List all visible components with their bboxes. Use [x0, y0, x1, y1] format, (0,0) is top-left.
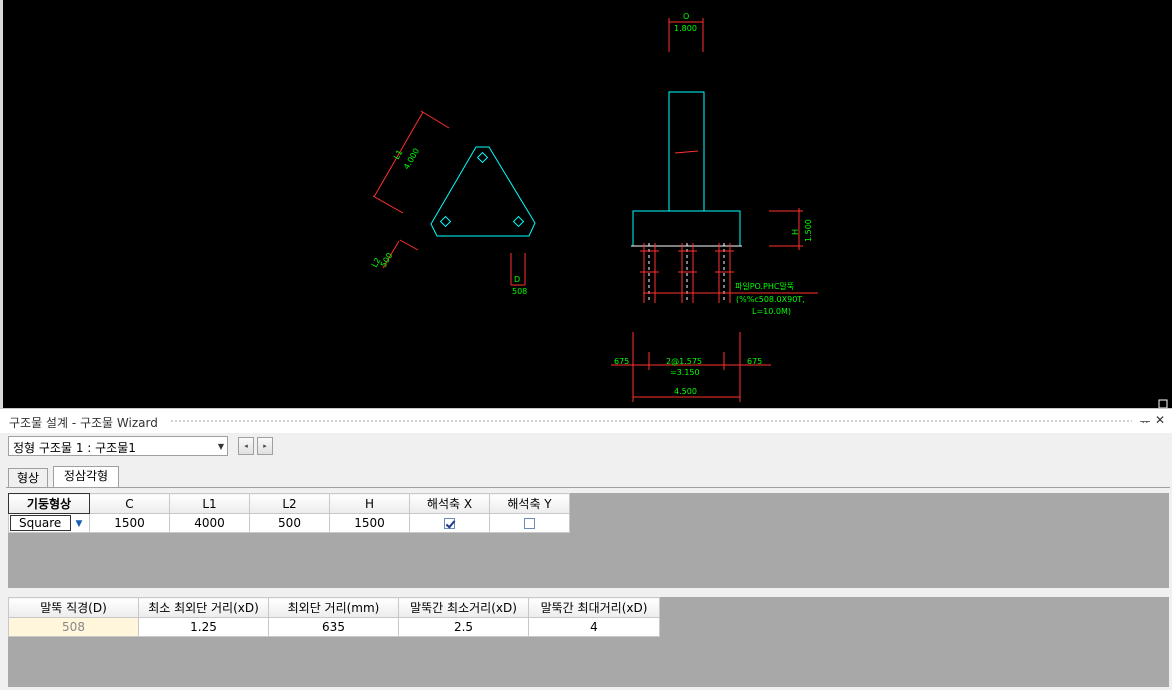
header-axis-y[interactable]: 해석축 Y	[489, 493, 570, 514]
h-value: 1.500	[804, 219, 813, 242]
panel-title-bar: 구조물 설계 - 구조물 Wizard ᅲ ✕	[0, 408, 1172, 433]
cell-axis-y	[489, 513, 570, 533]
cad-drawing-canvas[interactable]: L1 4.000 L2 500 D 508 O 1.800 H 1.500 파일…	[0, 0, 1172, 408]
header-min-edge-distance[interactable]: 최소 최외단 거리(xD)	[138, 597, 269, 618]
tab-equilateral-triangle[interactable]: 정삼각형	[53, 466, 119, 487]
chevron-down-icon[interactable]: ▼	[71, 517, 87, 531]
cell-l2[interactable]: 500	[249, 513, 330, 533]
table-row: Square ▼ 1500 4000 500 1500	[8, 513, 570, 533]
dim-left: 675	[614, 357, 629, 366]
table-row: 508 1.25 635 2.5 4	[8, 617, 660, 637]
header-column-shape[interactable]: 기둥형상	[8, 493, 90, 514]
panel-title: 구조물 설계 - 구조물 Wizard	[9, 416, 158, 430]
top-dim: 1.800	[674, 24, 697, 33]
header-h[interactable]: H	[329, 493, 410, 514]
structure-select-value: 정형 구조물 1 : 구조물1	[13, 441, 136, 455]
pile-square-left	[439, 215, 452, 228]
header-l2[interactable]: L2	[249, 493, 330, 514]
piles	[640, 243, 818, 303]
tab-divider	[6, 487, 1170, 488]
cell-min-edge-distance[interactable]: 1.25	[138, 617, 269, 637]
dim-mid-1: 2@1.575	[666, 357, 702, 366]
pile-table: 말뚝 직경(D) 최소 최외단 거리(xD) 최외단 거리(mm) 말뚝간 최소…	[8, 597, 660, 637]
resize-grip-icon	[1158, 399, 1168, 408]
cell-edge-distance[interactable]: 635	[268, 617, 399, 637]
pin-icon[interactable]: ᅲ	[1138, 413, 1152, 430]
title-grip	[170, 419, 1132, 424]
l1-value: 4.000	[402, 147, 421, 171]
elevation-view: O 1.800 H 1.500 파일PO.PHC말뚝 (%%c508.0X90T…	[611, 12, 818, 402]
header-c[interactable]: C	[89, 493, 170, 514]
cell-l1[interactable]: 4000	[169, 513, 250, 533]
pile-square-top	[476, 151, 489, 164]
h-label: H	[791, 229, 800, 235]
l2-value: 500	[379, 251, 394, 269]
dim-mid-2: =3.150	[670, 368, 700, 377]
l1-label: L1	[392, 148, 405, 161]
d-value: 508	[512, 287, 527, 296]
dim-total: 4.500	[674, 387, 697, 396]
axis-y-checkbox[interactable]	[524, 518, 535, 529]
triangle-footing-outline	[430, 146, 536, 237]
shape-select-value: Square	[19, 516, 62, 530]
cell-c[interactable]: 1500	[89, 513, 170, 533]
header-pile-diameter[interactable]: 말뚝 직경(D)	[8, 597, 139, 618]
axis-x-checkbox[interactable]	[444, 518, 455, 529]
dim-right: 675	[747, 357, 762, 366]
pile-note-3: L=10.0M)	[752, 307, 791, 316]
header-max-pile-spacing[interactable]: 말뚝간 최대거리(xD)	[528, 597, 660, 618]
cell-h[interactable]: 1500	[329, 513, 410, 533]
prev-button[interactable]: ◂	[238, 437, 254, 455]
d-label: D	[514, 275, 520, 284]
cell-max-pile-spacing[interactable]: 4	[528, 617, 660, 637]
header-min-pile-spacing[interactable]: 말뚝간 최소거리(xD)	[398, 597, 529, 618]
structure-select[interactable]: 정형 구조물 1 : 구조물1 ▼	[8, 436, 228, 456]
cell-min-pile-spacing[interactable]: 2.5	[398, 617, 529, 637]
cell-axis-x	[409, 513, 490, 533]
cad-drawing: L1 4.000 L2 500 D 508 O 1.800 H 1.500 파일…	[370, 12, 1168, 408]
tab-shape[interactable]: 형상	[8, 468, 48, 487]
cell-pile-diameter: 508	[8, 617, 139, 637]
footing-outline	[632, 210, 741, 247]
header-axis-x[interactable]: 해석축 X	[409, 493, 490, 514]
pile-note-2: (%%c508.0X90T,	[736, 295, 805, 304]
shape-select[interactable]: Square ▼	[8, 513, 90, 533]
pile-square-right	[512, 215, 525, 228]
plan-view: L1 4.000 L2 500 D 508	[370, 110, 536, 296]
top-label-o: O	[683, 12, 689, 21]
column-shape-table: 기둥형상 C L1 L2 H 해석축 X 해석축 Y Square ▼ 1500…	[8, 493, 570, 533]
next-button[interactable]: ▸	[257, 437, 273, 455]
close-icon[interactable]: ✕	[1153, 413, 1167, 427]
header-edge-distance[interactable]: 최외단 거리(mm)	[268, 597, 399, 618]
header-l1[interactable]: L1	[169, 493, 250, 514]
chevron-down-icon: ▼	[217, 442, 224, 451]
pile-note-1: 파일PO.PHC말뚝	[735, 282, 794, 291]
